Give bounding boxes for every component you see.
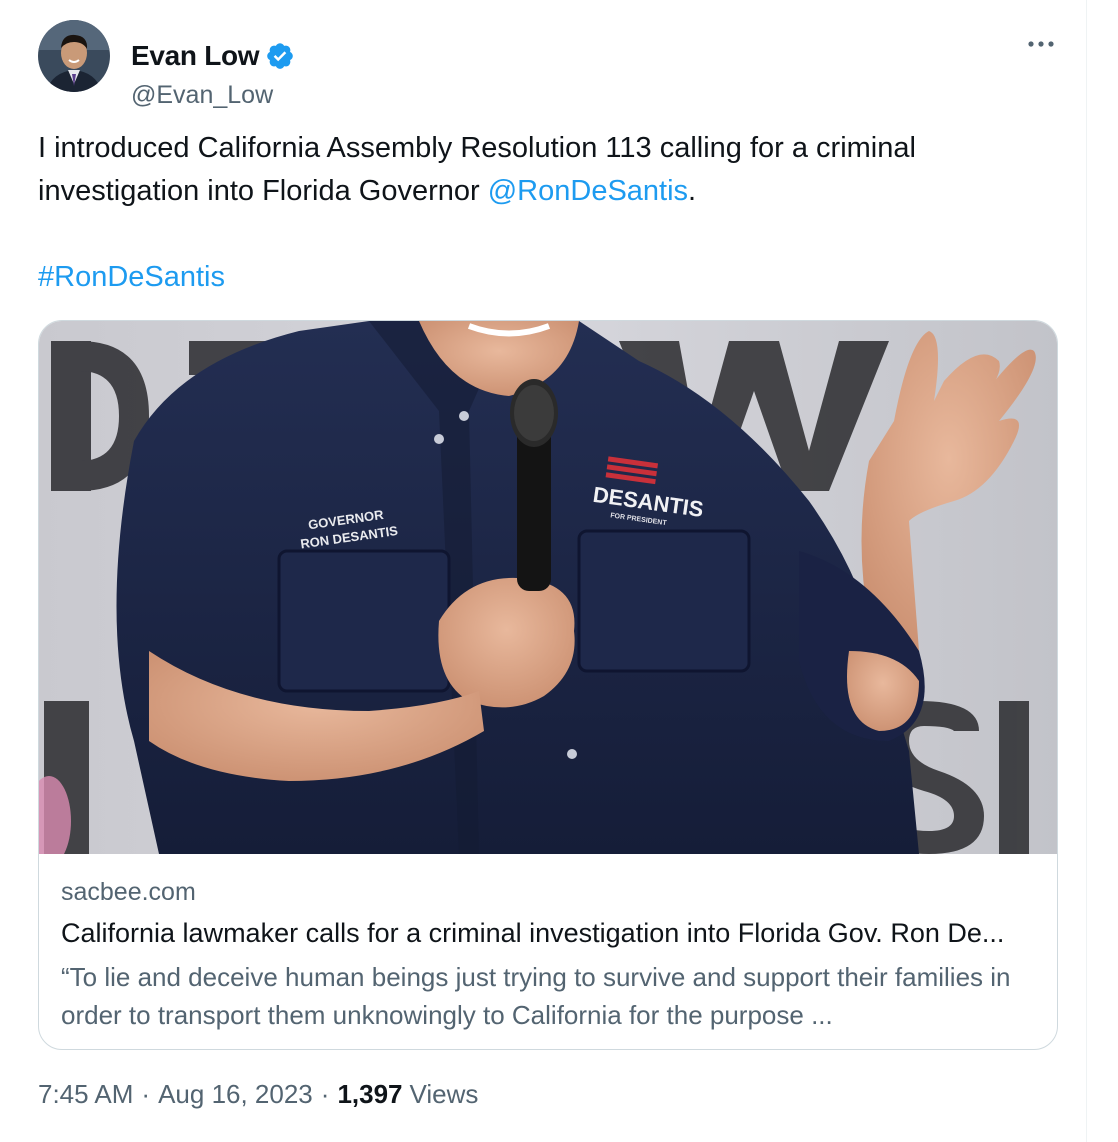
card-image: GOVERNOR RON DESANTIS DESANTIS FOR PRESI… (39, 321, 1057, 854)
card-title[interactable]: California lawmaker calls for a criminal… (61, 918, 1041, 949)
tweet-text-body: I introduced California Assembly Resolut… (38, 132, 916, 207)
tweet-date[interactable]: Aug 16, 2023 (158, 1079, 313, 1110)
more-options-icon[interactable] (1026, 37, 1056, 49)
avatar[interactable] (38, 20, 110, 92)
hashtag-link[interactable]: #RonDeSantis (38, 261, 225, 293)
meta-separator-2: · (320, 1079, 330, 1109)
tweet-text-end: . (688, 175, 697, 207)
tweet-text: I introduced California Assembly Resolut… (38, 127, 1038, 213)
meta-separator: · (141, 1079, 151, 1109)
timeline-border (1086, 0, 1087, 1142)
views-count[interactable]: 1,397 (337, 1079, 402, 1110)
card-description: “To lie and deceive human beings just tr… (61, 962, 1011, 1030)
name-row: Evan Low (131, 40, 295, 72)
card-domain: sacbee.com (61, 878, 196, 906)
link-card[interactable]: GOVERNOR RON DESANTIS DESANTIS FOR PRESI… (38, 320, 1058, 1050)
hashtag-line: #RonDeSantis (38, 257, 225, 297)
verified-badge-icon (265, 41, 295, 71)
tweet-time[interactable]: 7:45 AM (38, 1079, 133, 1110)
handle[interactable]: @Evan_Low (131, 81, 273, 110)
views-label[interactable]: Views (410, 1079, 479, 1110)
mention-link[interactable]: @RonDeSantis (488, 175, 688, 207)
tweet-header: Evan Low @Evan_Low (38, 20, 1068, 109)
tweet-meta: 7:45 AM · Aug 16, 2023 · 1,397 Views (38, 1079, 478, 1110)
display-name[interactable]: Evan Low (131, 40, 260, 72)
